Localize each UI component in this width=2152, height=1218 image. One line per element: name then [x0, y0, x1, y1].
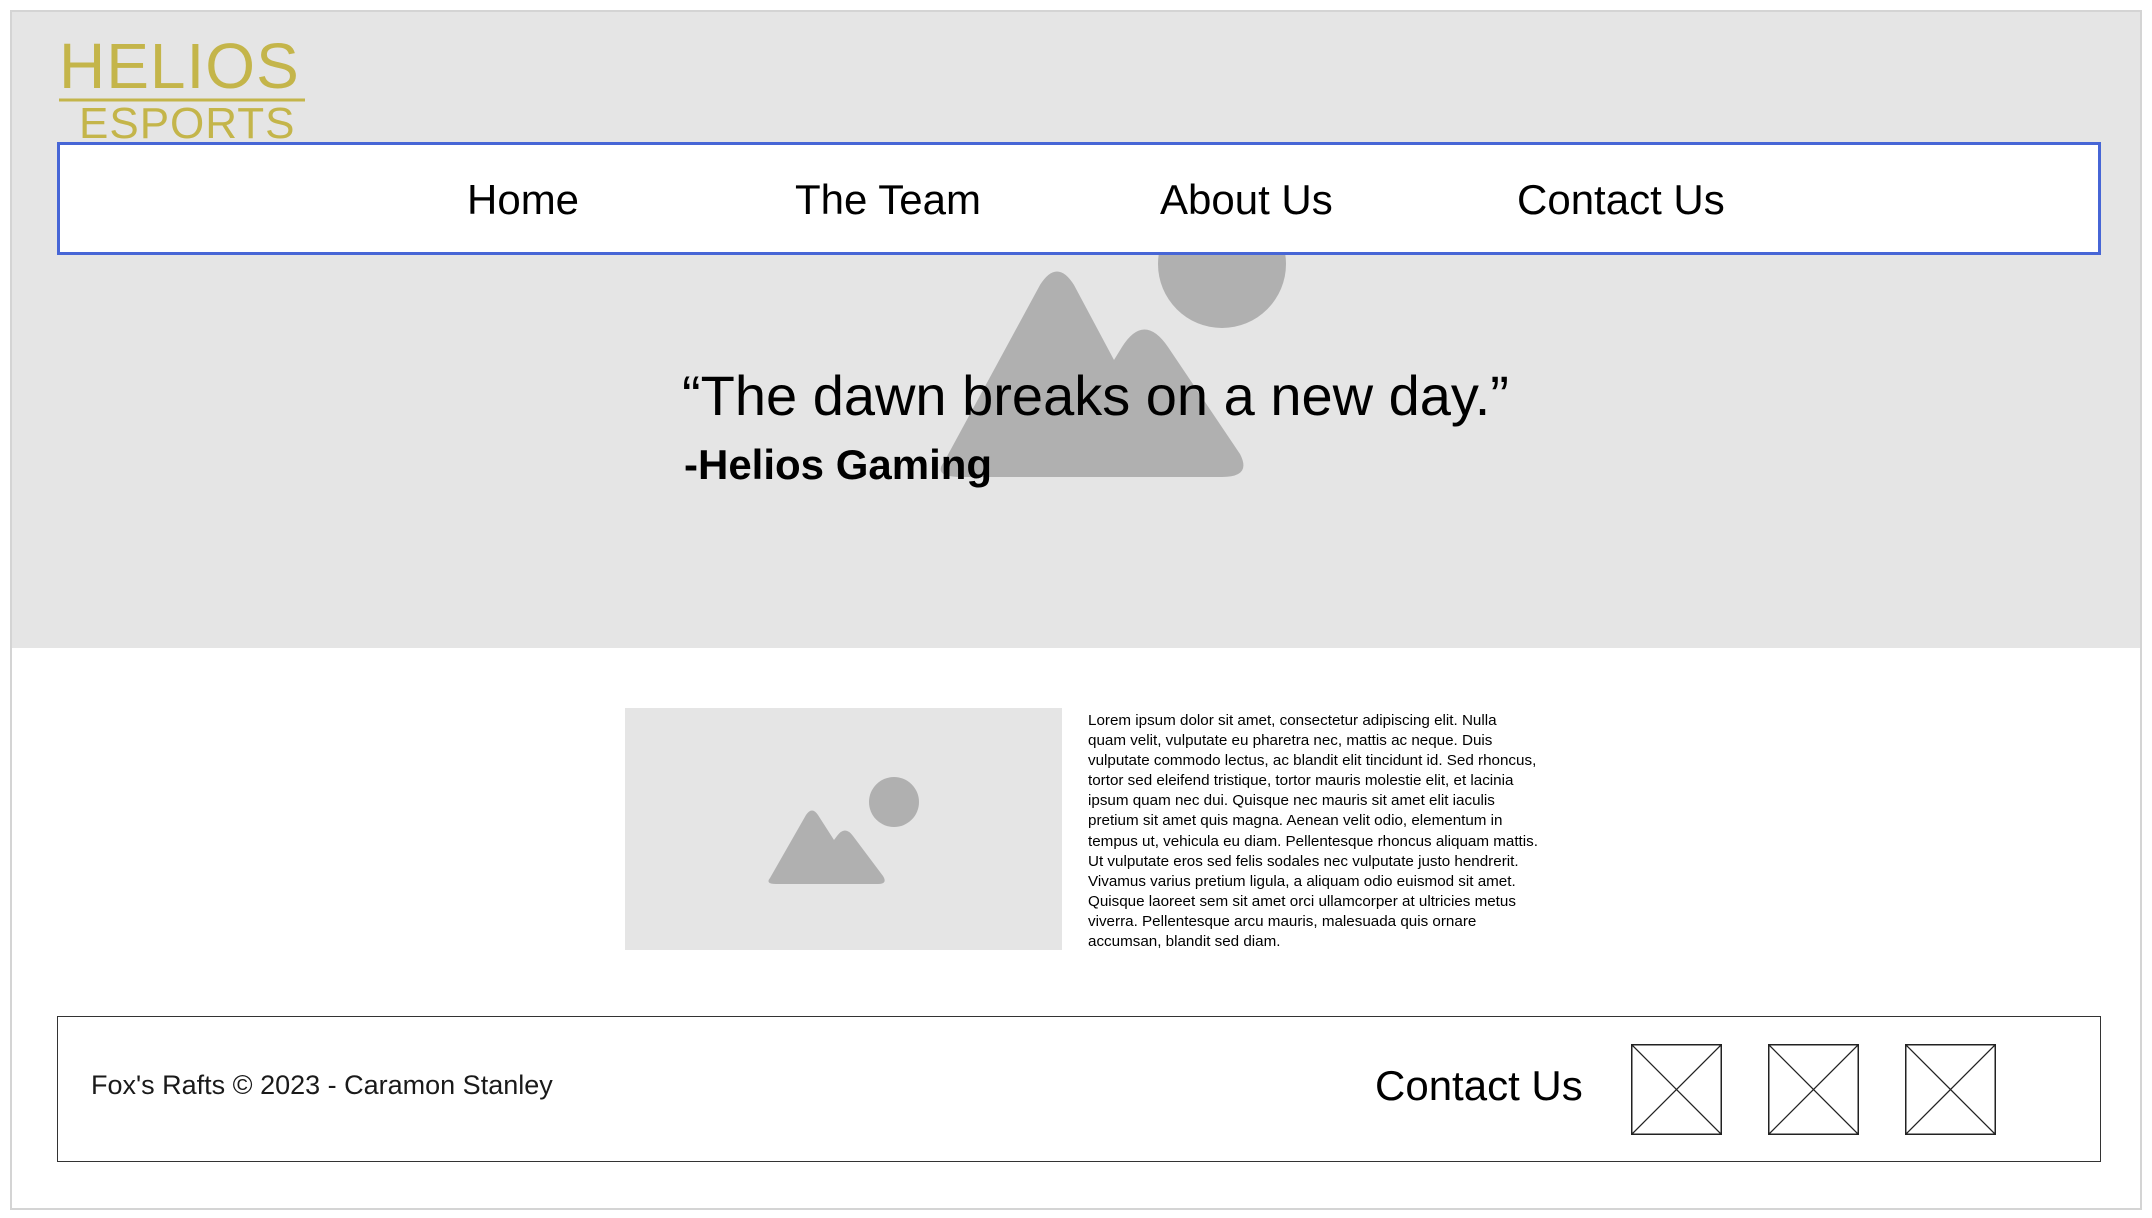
content-image-placeholder — [625, 708, 1062, 950]
main-nav: Home The Team About Us Contact Us — [57, 142, 2101, 255]
image-placeholder-icon — [768, 777, 919, 884]
footer: Fox's Rafts © 2023 - Caramon Stanley Con… — [57, 1016, 2101, 1162]
hero-quote: “The dawn breaks on a new day.” — [682, 364, 1509, 427]
nav-item-contact-us[interactable]: Contact Us — [1517, 175, 1725, 225]
footer-copyright: Fox's Rafts © 2023 - Caramon Stanley — [91, 1070, 553, 1100]
logo-text-line1: HELIOS — [59, 30, 300, 102]
nav-item-about-us[interactable]: About Us — [1160, 175, 1333, 225]
nav-item-home[interactable]: Home — [467, 175, 579, 225]
nav-item-the-team[interactable]: The Team — [795, 175, 981, 225]
hero-section: “The dawn breaks on a new day.” -Helios … — [12, 12, 2140, 648]
social-icon-1[interactable] — [1631, 1044, 1722, 1135]
social-icon-2[interactable] — [1768, 1044, 1859, 1135]
footer-contact-heading: Contact Us — [1375, 1062, 1583, 1109]
content-paragraph: Lorem ipsum dolor sit amet, consectetur … — [1088, 712, 1538, 951]
helios-esports-logo[interactable]: HELIOS ESPORTS — [57, 30, 307, 150]
social-icon-3[interactable] — [1905, 1044, 1996, 1135]
logo-text-line2: ESPORTS — [79, 99, 295, 148]
hero-quote-author: -Helios Gaming — [684, 441, 993, 488]
page-frame: “The dawn breaks on a new day.” -Helios … — [10, 10, 2142, 1210]
